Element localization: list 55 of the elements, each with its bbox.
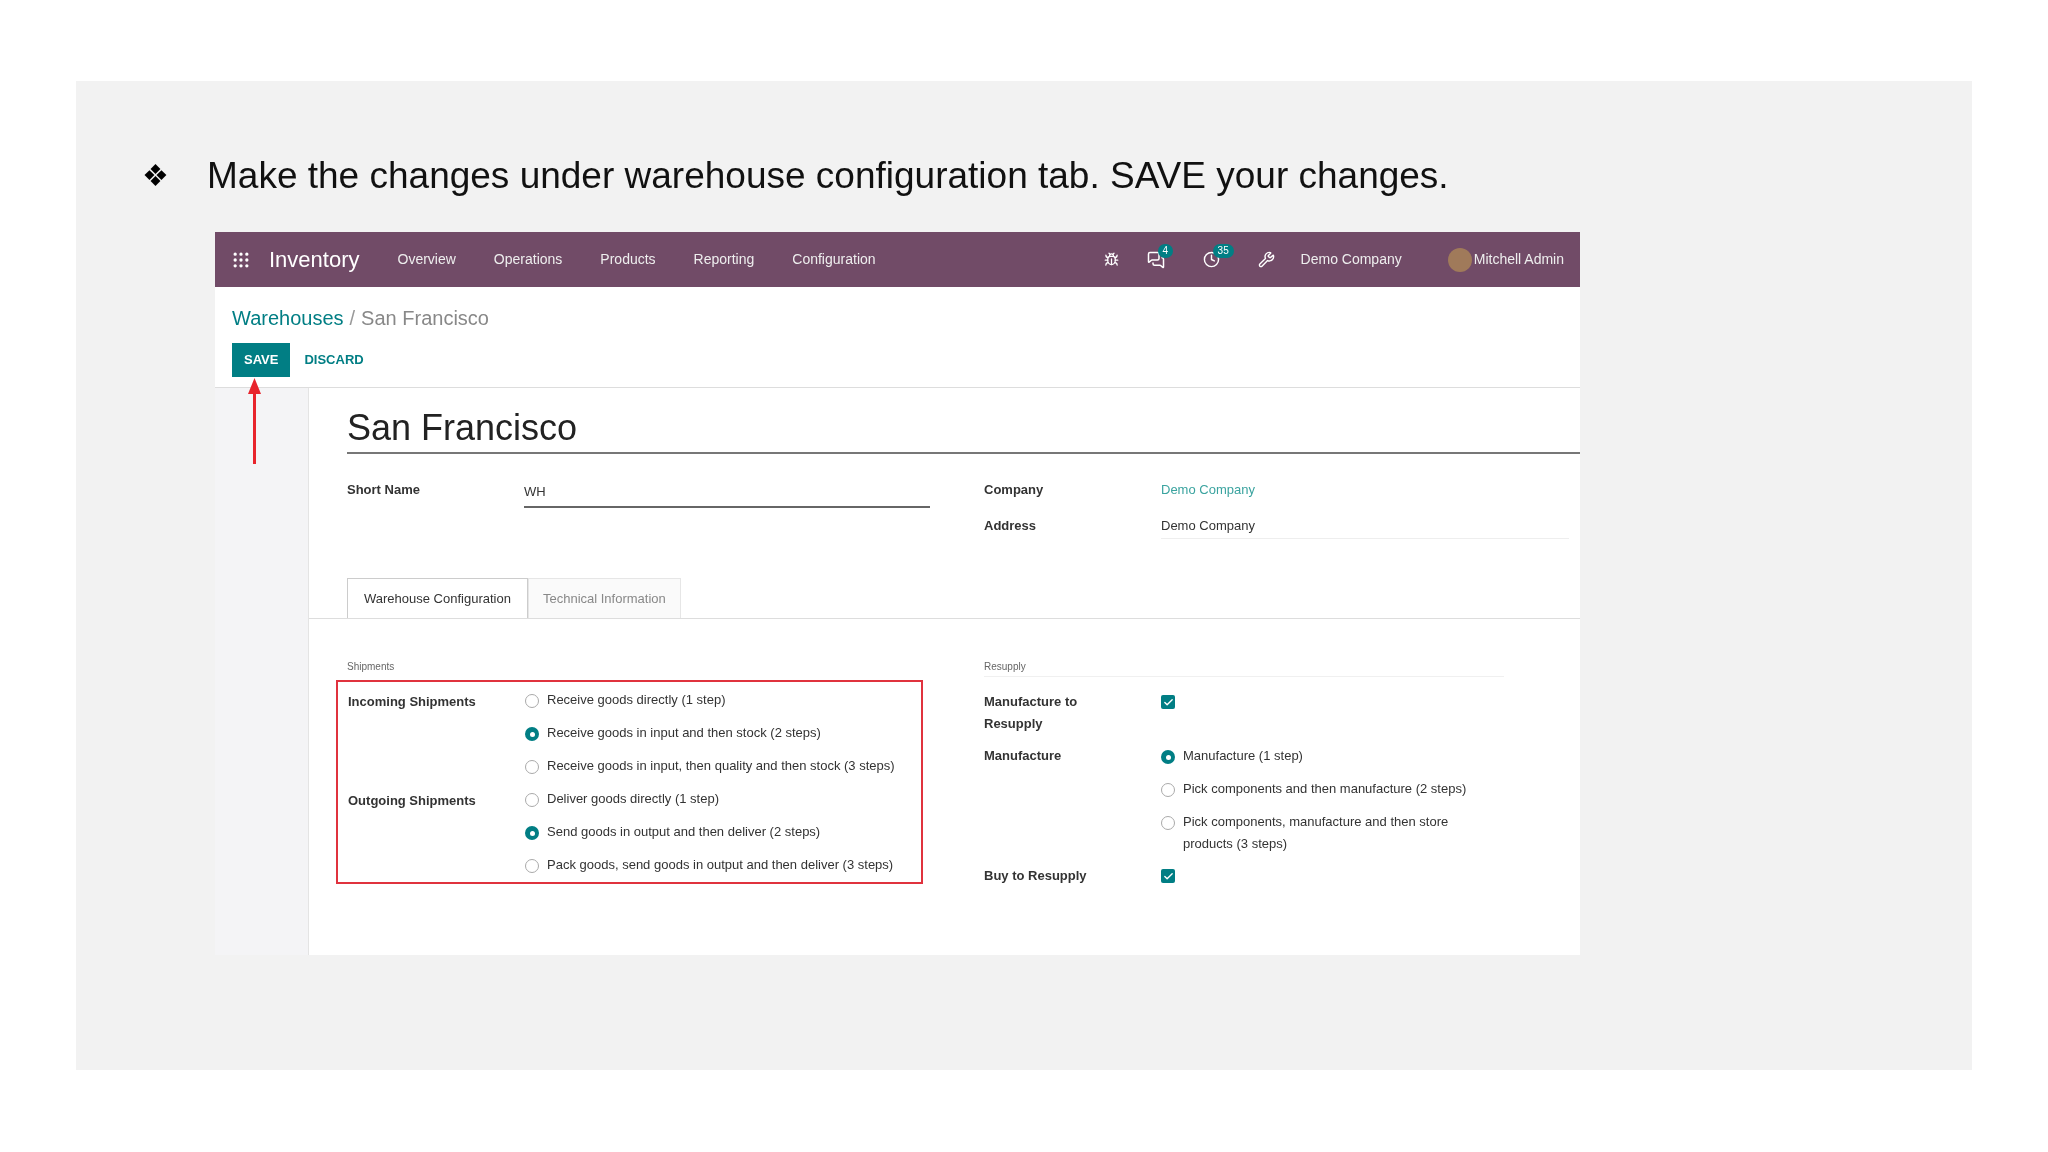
field-label: Incoming Shipments (348, 693, 477, 711)
radio-button[interactable] (1161, 816, 1175, 830)
navbar-menu-item[interactable]: Operations (493, 249, 563, 270)
field-label: Address (984, 516, 1038, 535)
address-select[interactable]: Demo Company (1161, 515, 1569, 539)
breadcrumb-link[interactable]: Warehouses (232, 303, 344, 333)
radio-button[interactable] (525, 694, 539, 708)
option-label: Pick components and then manufacture (2 steps) (1183, 780, 1467, 798)
radio-button[interactable] (525, 793, 539, 807)
notification-badge: 4 (1157, 243, 1174, 258)
field-label: Outgoing Shipments (348, 792, 477, 810)
warehouse-name-field[interactable]: San Francisco (347, 406, 1580, 454)
checkbox[interactable] (1161, 869, 1175, 883)
save-button[interactable]: SAVE (232, 343, 291, 377)
notification-badge: 35 (1212, 244, 1234, 258)
section-heading: Shipments (347, 660, 396, 674)
option-label: Pick components, manufacture and then store products (3 steps) (1183, 813, 1450, 853)
breadcrumb-separator: / (349, 306, 356, 331)
field-label: Manufacture to Resupply (984, 693, 1079, 733)
option-label: Receive goods in input and then stock (2 steps) (547, 724, 821, 742)
option-label: Deliver goods directly (1 step) (547, 790, 719, 808)
bug-icon[interactable] (1103, 252, 1119, 267)
field-label: Company (984, 481, 1045, 499)
option-label: Manufacture (1 step) (1183, 747, 1303, 765)
option-label: Send goods in output and then deliver (2 steps) (547, 823, 821, 841)
option-label: Pack goods, send goods in output and then deliver (3 steps) (547, 856, 894, 874)
discard-button[interactable]: DISCARD (304, 343, 364, 377)
form-tab[interactable]: Warehouse Configuration (347, 578, 528, 618)
user-menu[interactable]: Mitchell Admin (1473, 249, 1564, 270)
option-label: Receive goods in input, then quality and then stock (3 steps) (547, 757, 895, 775)
field-label: Manufacture (984, 747, 1063, 765)
radio-button[interactable] (525, 727, 539, 741)
form-tab[interactable]: Technical Information (527, 578, 681, 618)
tools-icon[interactable] (1257, 251, 1275, 268)
section-heading: Resupply (984, 659, 1504, 677)
field-label: Buy to Resupply (984, 867, 1088, 885)
checkbox[interactable] (1161, 695, 1175, 709)
radio-button[interactable] (525, 859, 539, 873)
navbar-menu-item[interactable]: Configuration (792, 249, 876, 270)
company-switcher[interactable]: Demo Company (1300, 249, 1402, 270)
radio-button[interactable] (1161, 783, 1175, 797)
activity-clock-icon[interactable] (1202, 251, 1220, 268)
instruction-text: Make the changes under warehouse configuration tab. SAVE your changes. (207, 157, 1449, 194)
radio-button[interactable] (1161, 750, 1175, 764)
short-name-field[interactable]: WH (524, 480, 930, 508)
option-label: Receive goods directly (1 step) (547, 691, 726, 709)
navbar-menu-item[interactable]: Reporting (693, 249, 755, 270)
navbar-menu-item[interactable]: Products (600, 249, 656, 270)
navbar-menu-item[interactable]: Overview (397, 249, 456, 270)
bullet-icon: ❖ (142, 160, 169, 191)
field-label: Short Name (347, 481, 421, 499)
radio-button[interactable] (525, 826, 539, 840)
app-name[interactable]: Inventory (269, 243, 360, 276)
breadcrumb-current: San Francisco (361, 306, 489, 331)
radio-button[interactable] (525, 760, 539, 774)
